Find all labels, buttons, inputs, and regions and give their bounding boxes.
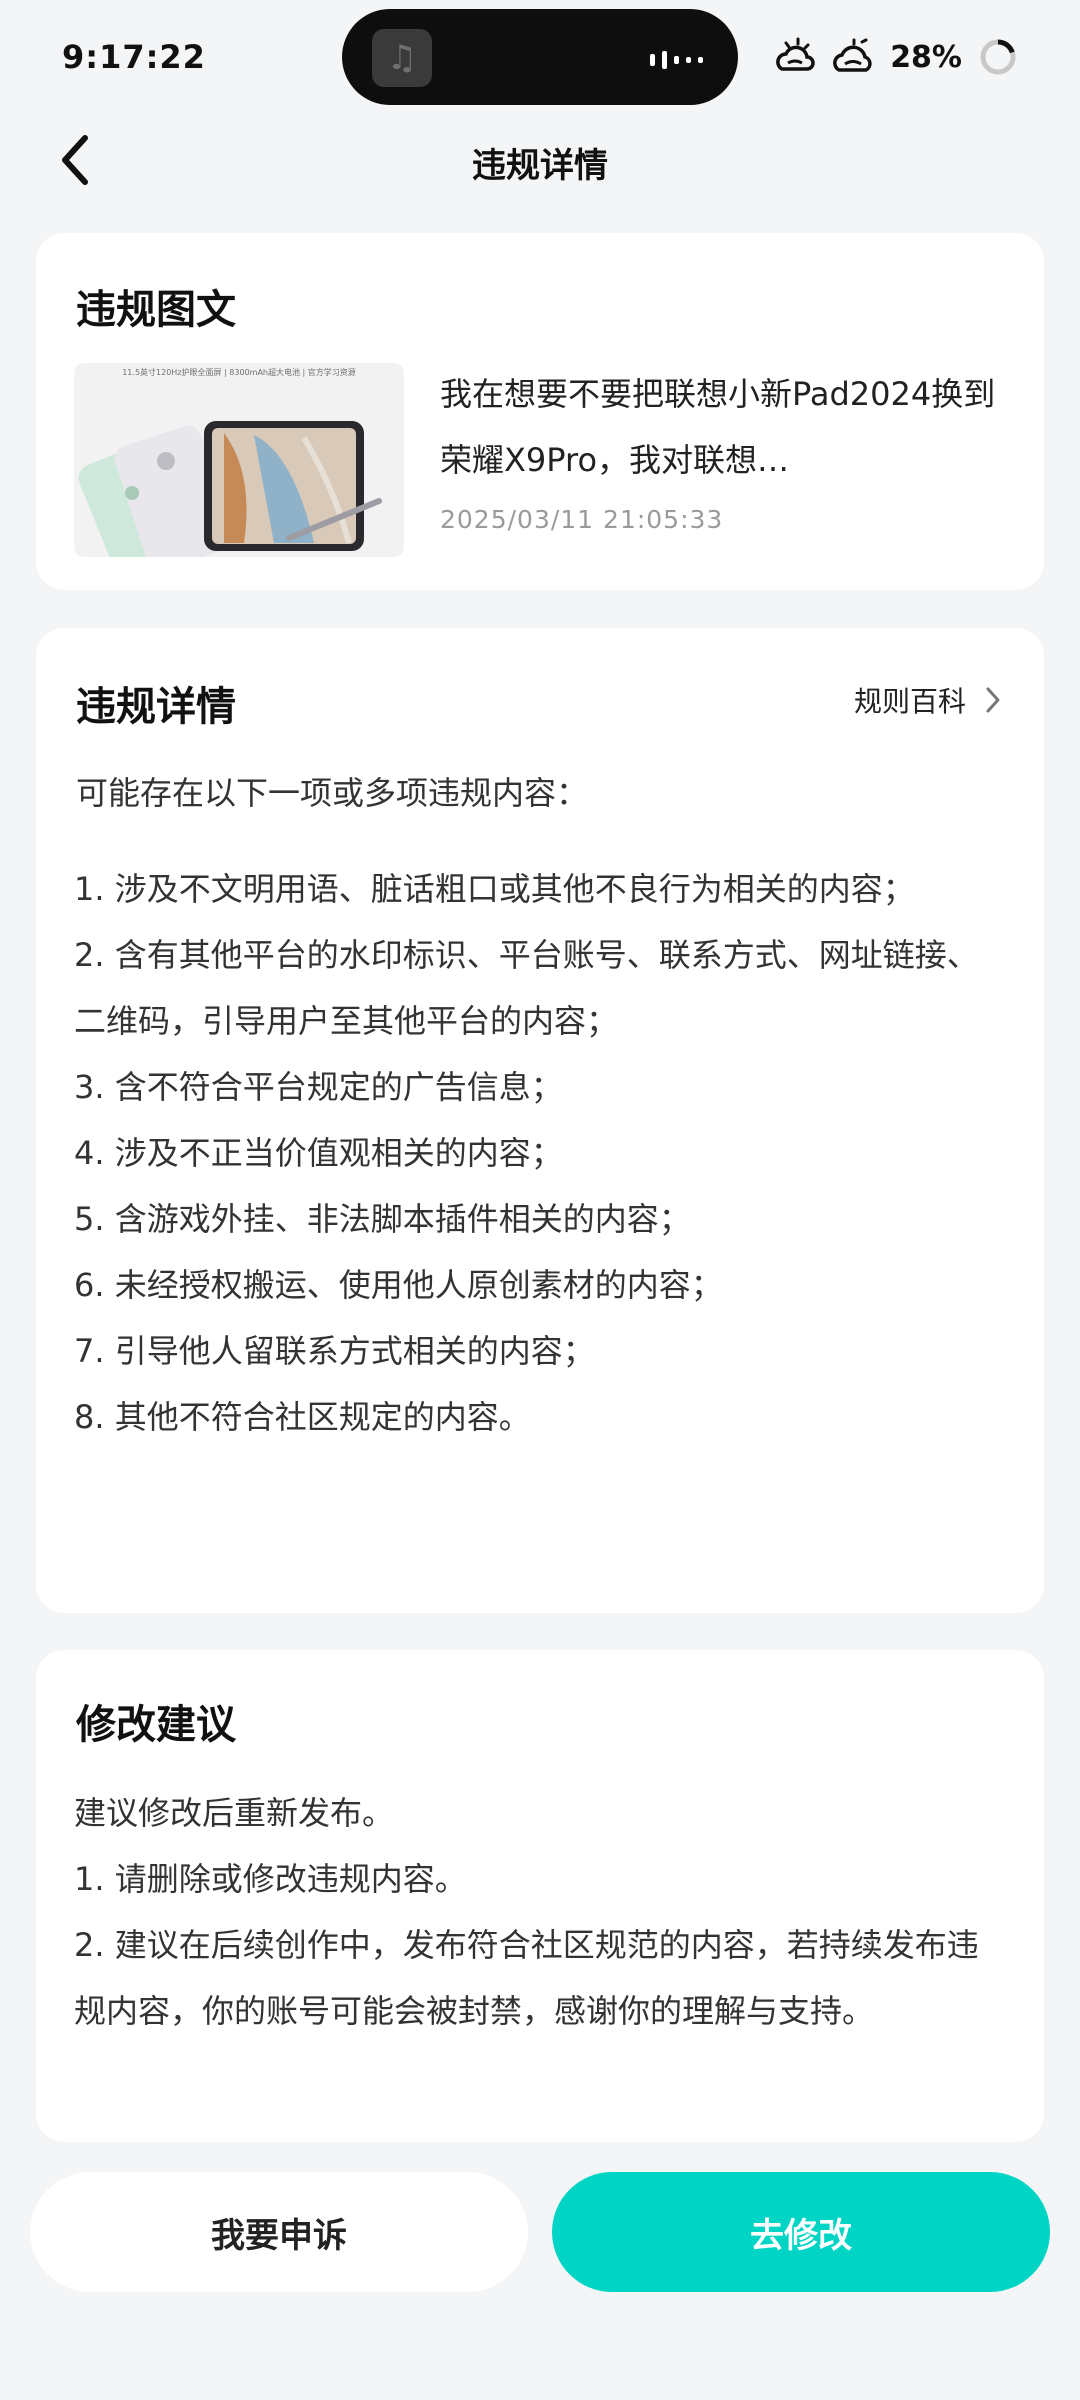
violation-item: 8. 其他不符合社区规定的内容。 [74,1398,531,1436]
violation-item: 5. 含游戏外挂、非法脚本插件相关的内容； [74,1200,691,1238]
appeal-button[interactable]: 我要申诉 [30,2172,528,2292]
weather-cloud-icon [833,38,872,72]
post-date: 2025/03/11 21:05:33 [440,505,724,534]
violation-item: 7. 引导他人留联系方式相关的内容； [74,1332,595,1370]
chevron-right-icon [986,687,1000,713]
rules-wiki-label: 规则百科 [853,685,966,718]
card-title-post: 违规图文 [76,287,236,333]
card-title-detail: 违规详情 [76,684,236,730]
dynamic-island[interactable]: ♫ [342,9,738,105]
violation-item: 6. 未经授权搬运、使用他人原创素材的内容； [74,1266,723,1304]
suggestion-text: 建议修改后重新发布。 1. 请删除或修改违规内容。 2. 建议在后续创作中，发布… [74,1780,1004,2044]
weather-sun-cloud-icon [776,37,815,71]
status-time: 9:17:22 [62,38,206,76]
battery-percent: 28% [890,39,962,75]
nav-header: 违规详情 [0,116,1080,206]
rules-wiki-link[interactable]: 规则百科 [854,680,1002,720]
violation-intro: 可能存在以下一项或多项违规内容： [76,774,589,812]
battery-ring-icon [980,39,1016,75]
violation-list: 1. 涉及不文明用语、脏话粗口或其他不良行为相关的内容； 2. 含有其他平台的水… [74,856,1004,1450]
violating-post-card[interactable]: 违规图文 11.5英寸120Hz护眼全面屏 | 8300mAh超大电池 | 官方… [36,233,1044,590]
music-note-icon: ♫ [372,29,432,87]
post-excerpt: 我在想要不要把联想小新Pad2024换到荣耀X9Pro，我对联想… [440,375,996,479]
violation-item: 2. 含有其他平台的水印标识、平台账号、联系方式、网址链接、二维码，引导用户至其… [74,936,979,1040]
post-thumbnail: 11.5英寸120Hz护眼全面屏 | 8300mAh超大电池 | 官方学习资源 [74,363,404,557]
audio-wave-icon [650,51,703,69]
status-bar: 9:17:22 ♫ 28% [0,0,1080,116]
modify-button[interactable]: 去修改 [552,2172,1050,2292]
status-right: 28% [774,32,1018,82]
suggestion-line: 1. 请删除或修改违规内容。 [74,1860,467,1898]
violation-item: 4. 涉及不正当价值观相关的内容； [74,1134,563,1172]
thumbnail-caption: 11.5英寸120Hz护眼全面屏 | 8300mAh超大电池 | 官方学习资源 [122,368,356,377]
violation-item: 1. 涉及不文明用语、脏话粗口或其他不良行为相关的内容； [74,870,915,908]
violation-detail-card: 违规详情 规则百科 可能存在以下一项或多项违规内容： 1. 涉及不文明用语、脏话… [36,628,1044,1613]
suggestion-line: 2. 建议在后续创作中，发布符合社区规范的内容，若持续发布违规内容，你的账号可能… [74,1926,979,2030]
screen: 9:17:22 ♫ 28% 违规详情 违规图文 11.5英寸120Hz护眼全面屏… [0,0,1080,2400]
tablet-product-image [78,421,382,557]
card-title-suggest: 修改建议 [76,1702,236,1748]
suggestion-line: 建议修改后重新发布。 [74,1794,395,1832]
page-title: 违规详情 [472,146,608,186]
suggestion-card: 修改建议 建议修改后重新发布。 1. 请删除或修改违规内容。 2. 建议在后续创… [36,1650,1044,2142]
violation-item: 3. 含不符合平台规定的广告信息； [74,1068,563,1106]
